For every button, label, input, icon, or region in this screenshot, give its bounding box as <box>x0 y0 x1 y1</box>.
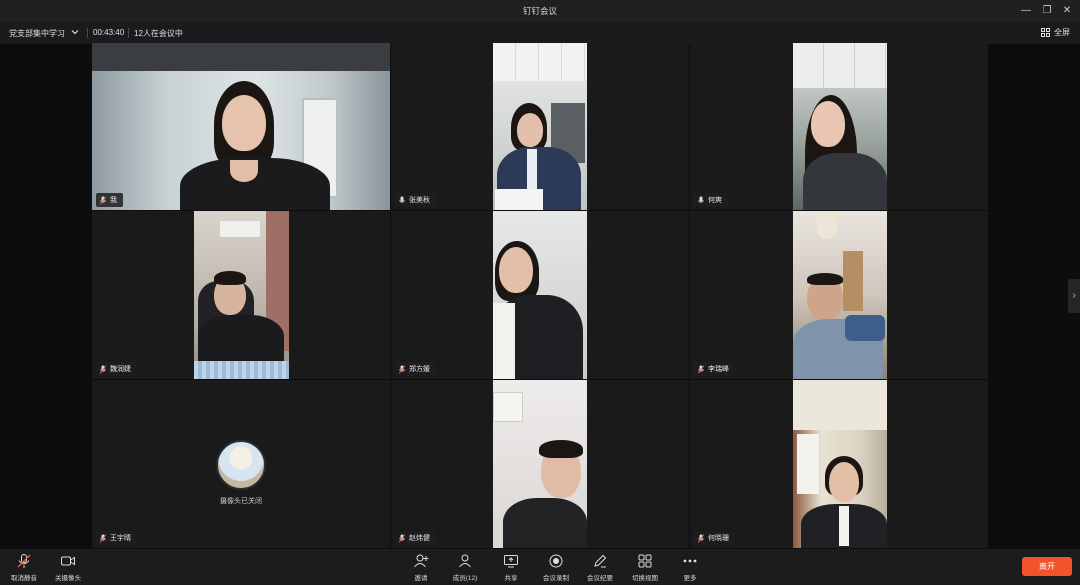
video-feed <box>493 380 587 548</box>
record-icon <box>549 554 563 568</box>
chevron-down-icon[interactable] <box>70 27 80 37</box>
minutes-label: 会议纪要 <box>587 575 613 582</box>
members-icon <box>459 554 471 568</box>
mic-muted-icon <box>399 533 405 543</box>
meeting-name[interactable]: 党支部集中学习 <box>9 28 65 39</box>
camera-off-text: 摄像头已关闭 <box>220 498 262 505</box>
video-tile[interactable]: 郑方媛 <box>391 211 689 379</box>
share-label: 共享 <box>504 575 518 582</box>
video-feed <box>493 211 587 379</box>
mic-muted-icon <box>399 364 405 374</box>
participant-name-tag: 赵炜健 <box>395 531 436 545</box>
video-tile[interactable]: 赵炜健 <box>391 380 689 548</box>
participant-name: 王宇晴 <box>110 535 131 542</box>
participant-name-tag: 何晓珊 <box>694 531 735 545</box>
bottom-toolbar: 取消静音 关摄像头 邀请 成员(12) 共享 会议录制 会议纪要 切换视图 更多… <box>0 549 1080 585</box>
video-tile[interactable]: 何爽 <box>690 43 988 210</box>
meeting-info-bar: 党支部集中学习 00:43:40 12人在会议中 全屏 <box>0 22 1080 44</box>
minimize-button[interactable]: — <box>1019 4 1033 18</box>
mic-icon <box>698 196 704 203</box>
video-feed <box>793 211 887 379</box>
mic-muted-icon <box>100 364 106 374</box>
unmute-button[interactable]: 取消静音 <box>4 553 44 582</box>
participant-name: 何爽 <box>708 197 722 204</box>
avatar <box>216 440 266 490</box>
unmute-label: 取消静音 <box>11 575 37 582</box>
video-grid: 我 张美秋 何爽 魏润婕 郑方媛 李瑞峰 摄像头已关闭 王宇晴 赵炜健 何晓珊 <box>92 43 988 548</box>
mic-muted-icon <box>100 195 106 205</box>
mic-muted-icon <box>17 554 31 568</box>
grid-view-icon <box>638 554 652 568</box>
switch-view-button[interactable]: 切换视图 <box>625 553 665 582</box>
window-title: 钉钉会议 <box>522 6 557 16</box>
video-tile[interactable]: 李瑞峰 <box>690 211 988 379</box>
video-feed <box>92 43 390 210</box>
camera-label: 关摄像头 <box>55 575 81 582</box>
share-button[interactable]: 共享 <box>491 553 531 582</box>
participant-name: 何晓珊 <box>708 535 729 542</box>
participant-name: 郑方媛 <box>409 366 430 373</box>
video-feed <box>194 211 289 379</box>
fullscreen-label: 全屏 <box>1054 28 1070 37</box>
title-bar: 钉钉会议 — ❐ ✕ <box>0 0 1080 22</box>
invite-button[interactable]: 邀请 <box>401 553 441 582</box>
video-feed <box>793 43 887 210</box>
video-tile[interactable]: 魏润婕 <box>92 211 390 379</box>
add-user-icon <box>414 554 429 568</box>
camera-icon <box>61 556 75 566</box>
video-feed <box>793 380 887 548</box>
participant-count: 12人在会议中 <box>134 29 183 38</box>
mic-muted-icon <box>698 533 704 543</box>
divider <box>128 28 129 38</box>
pen-icon <box>594 554 607 568</box>
camera-toggle-button[interactable]: 关摄像头 <box>48 553 88 582</box>
video-tile[interactable]: 我 <box>92 43 390 210</box>
record-button[interactable]: 会议录制 <box>536 553 576 582</box>
participant-name: 魏润婕 <box>110 366 131 373</box>
more-button[interactable]: 更多 <box>670 553 710 582</box>
record-label: 会议录制 <box>543 575 569 582</box>
members-label: 成员(12) <box>452 575 478 582</box>
participant-name-tag: 王宇晴 <box>96 531 137 545</box>
participant-name-tag: 李瑞峰 <box>694 362 735 376</box>
meeting-timer: 00:43:40 <box>93 28 125 37</box>
participant-name: 赵炜健 <box>409 535 430 542</box>
fullscreen-button[interactable]: 全屏 <box>1041 27 1070 38</box>
mic-muted-icon <box>698 364 704 374</box>
minutes-button[interactable]: 会议纪要 <box>580 553 620 582</box>
participant-name-tag: 郑方媛 <box>395 362 436 376</box>
more-label: 更多 <box>683 575 697 582</box>
participant-name-tag: 魏润婕 <box>96 362 137 376</box>
participant-name: 张美秋 <box>409 197 430 204</box>
video-tile[interactable]: 何晓珊 <box>690 380 988 548</box>
participant-name-tag: 我 <box>96 193 123 207</box>
switch-view-label: 切换视图 <box>632 575 658 582</box>
next-page-button[interactable]: › <box>1068 279 1080 313</box>
restore-button[interactable]: ❐ <box>1040 4 1054 18</box>
participant-name: 我 <box>110 197 117 204</box>
share-screen-icon <box>504 555 518 568</box>
mic-muted-icon <box>100 533 106 543</box>
divider <box>87 28 88 38</box>
video-feed <box>493 43 587 210</box>
participant-name: 李瑞峰 <box>708 366 729 373</box>
fullscreen-icon <box>1041 28 1050 37</box>
members-button[interactable]: 成员(12) <box>445 553 485 582</box>
more-icon <box>683 559 697 563</box>
video-tile[interactable]: 张美秋 <box>391 43 689 210</box>
participant-name-tag: 张美秋 <box>395 193 436 207</box>
video-tile[interactable]: 摄像头已关闭 王宇晴 <box>92 380 390 548</box>
close-button[interactable]: ✕ <box>1060 4 1074 18</box>
participant-name-tag: 何爽 <box>694 193 728 207</box>
invite-label: 邀请 <box>414 575 428 582</box>
mic-icon <box>399 196 405 203</box>
leave-button[interactable]: 离开 <box>1022 557 1072 576</box>
